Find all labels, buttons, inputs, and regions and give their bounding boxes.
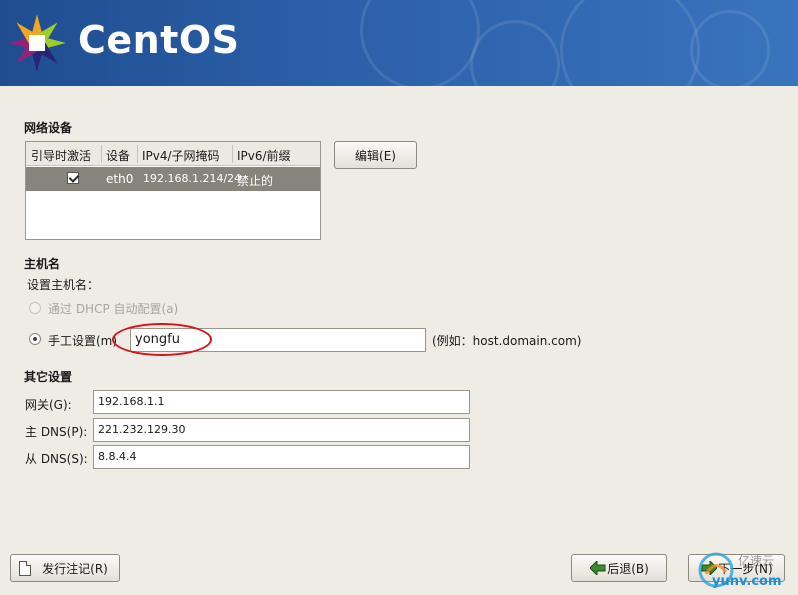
- set-hostname-prompt: 设置主机名：: [27, 278, 100, 292]
- gateway-label: 网关(G):: [25, 398, 72, 412]
- watermark-url: yunv.com: [712, 574, 782, 589]
- column-header-active-on-boot: 引导时激活: [31, 149, 92, 163]
- manual-option-label: 手工设置(m): [48, 334, 118, 348]
- gateway-input[interactable]: 192.168.1.1: [93, 390, 470, 414]
- back-arrow-icon: [590, 561, 606, 575]
- hostname-example: (例如：host.domain.com): [432, 334, 582, 348]
- banner-swirl-decoration: [690, 10, 770, 86]
- manual-radio[interactable]: [29, 333, 41, 345]
- misc-settings-title: 其它设置: [24, 370, 73, 384]
- centos-logo-icon: [8, 14, 66, 72]
- ipv4-address: 192.168.1.214/24: [143, 172, 242, 185]
- table-row[interactable]: eth0 192.168.1.214/24 禁止的: [26, 167, 320, 191]
- ipv6-status: 禁止的: [237, 174, 274, 188]
- back-label: 后退(B): [607, 561, 649, 576]
- column-divider: [137, 145, 138, 163]
- secondary-dns-input[interactable]: 8.8.4.4: [93, 445, 470, 469]
- network-device-table[interactable]: 引导时激活 设备 IPv4/子网掩码 IPv6/前缀 eth0 192.168.…: [25, 141, 321, 240]
- primary-dns-label: 主 DNS(P):: [25, 425, 88, 439]
- dhcp-option-label: 通过 DHCP 自动配置(a): [48, 302, 179, 316]
- watermark-text: 亿速云: [738, 554, 775, 568]
- banner-swirl-decoration: [560, 0, 700, 86]
- column-header-device: 设备: [106, 149, 131, 163]
- active-on-boot-checkbox[interactable]: [67, 172, 79, 184]
- table-header: 引导时激活 设备 IPv4/子网掩码 IPv6/前缀: [26, 142, 320, 166]
- network-devices-title: 网络设备: [24, 121, 73, 135]
- column-header-ipv4: IPv4/子网掩码: [142, 149, 220, 163]
- document-icon: [19, 561, 31, 576]
- column-divider: [101, 145, 102, 163]
- back-button[interactable]: 后退(B): [571, 554, 667, 582]
- column-header-ipv6: IPv6/前缀: [237, 149, 291, 163]
- secondary-dns-label: 从 DNS(S):: [25, 452, 88, 466]
- release-notes-button[interactable]: 发行注记(R): [10, 554, 120, 582]
- release-notes-label: 发行注记(R): [42, 561, 108, 576]
- primary-dns-input[interactable]: 221.232.129.30: [93, 418, 470, 442]
- centos-banner: CentOS: [0, 0, 798, 86]
- dhcp-radio[interactable]: [29, 302, 41, 314]
- hostname-title: 主机名: [24, 257, 61, 271]
- banner-swirl-decoration: [470, 20, 560, 86]
- column-divider: [232, 145, 233, 163]
- device-name: eth0: [106, 172, 134, 186]
- brand-wordmark: CentOS: [78, 18, 240, 62]
- annotation-oval: [112, 323, 212, 356]
- edit-button[interactable]: 编辑(E): [334, 141, 417, 169]
- banner-swirl-decoration: [360, 0, 480, 86]
- site-watermark: 亿速云 yunv.com: [690, 548, 794, 592]
